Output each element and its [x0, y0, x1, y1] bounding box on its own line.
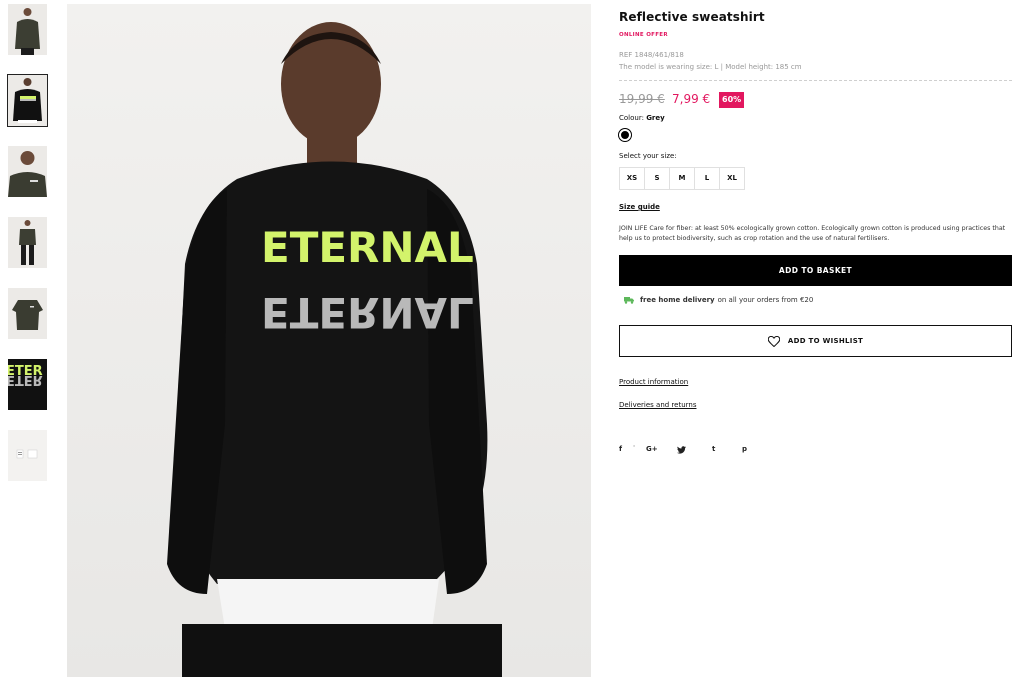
model-info: The model is wearing size: L | Model hei… — [619, 63, 802, 71]
sale-price: 7,99 € — [672, 92, 711, 106]
size-option-s[interactable]: S — [644, 167, 670, 190]
delivery-info: free home delivery on all your orders fr… — [624, 296, 813, 304]
delivery-rest-text: on all your orders from €20 — [717, 296, 814, 304]
print-eternal-reflection: ETERNAL — [261, 288, 474, 337]
size-option-xs[interactable]: XS — [619, 167, 645, 190]
svg-text:ETER: ETER — [8, 372, 43, 387]
print-eternal-text: ETERNAL — [261, 223, 474, 272]
colour-label: Colour: — [619, 114, 644, 122]
discount-badge: 60% — [719, 92, 745, 108]
separator-mark: ' — [633, 444, 636, 452]
heart-icon — [767, 335, 780, 347]
size-selector: XS S M L XL — [619, 167, 745, 190]
divider — [619, 80, 1012, 81]
thumbnail-flat-front[interactable] — [8, 288, 47, 339]
product-reference: REF 1848/461/818 — [619, 51, 684, 59]
tumblr-share-icon[interactable]: t — [712, 445, 715, 453]
thumbnail-back[interactable] — [7, 74, 48, 127]
twitter-share-icon[interactable] — [677, 446, 686, 454]
product-information-link[interactable]: Product information — [619, 378, 688, 386]
size-option-l[interactable]: L — [694, 167, 720, 190]
delivery-truck-icon — [624, 297, 634, 304]
thumbnail-full-body[interactable] — [8, 217, 47, 268]
product-details-panel: Reflective sweatshirt ONLINE OFFER REF 1… — [619, 0, 1012, 681]
google-plus-share-icon[interactable]: G+ — [646, 445, 658, 453]
join-life-description: JOIN LIFE Care for fiber: at least 50% e… — [619, 225, 1006, 242]
thumbnail-closeup-front[interactable] — [8, 146, 47, 197]
deliveries-and-returns-link[interactable]: Deliveries and returns — [619, 401, 696, 409]
size-option-xl[interactable]: XL — [719, 167, 745, 190]
add-to-wishlist-button[interactable]: ADD TO WISHLIST — [619, 325, 1012, 357]
select-size-label: Select your size: — [619, 152, 677, 160]
delivery-bold-text: free home delivery — [640, 296, 715, 304]
size-guide-link[interactable]: Size guide — [619, 203, 660, 211]
colour-swatch-black[interactable] — [619, 129, 631, 141]
colour-value: Grey — [646, 114, 665, 122]
thumbnail-print-detail[interactable]: ETER ETER — [8, 359, 47, 410]
add-to-wishlist-label: ADD TO WISHLIST — [787, 337, 864, 345]
pinterest-share-icon[interactable]: p — [742, 445, 747, 453]
thumbnail-front[interactable] — [8, 4, 47, 55]
add-to-basket-button[interactable]: ADD TO BASKET — [619, 255, 1012, 286]
main-product-image: ETERNAL ETERNAL — [67, 4, 591, 677]
product-title: Reflective sweatshirt — [619, 10, 765, 24]
colour-row: Colour: Grey — [619, 114, 665, 122]
online-offer-badge: ONLINE OFFER — [619, 32, 668, 38]
thumbnail-care-label[interactable] — [8, 430, 47, 481]
old-price: 19,99 € — [619, 92, 665, 106]
size-option-m[interactable]: M — [669, 167, 695, 190]
facebook-share-icon[interactable]: f — [619, 445, 622, 453]
